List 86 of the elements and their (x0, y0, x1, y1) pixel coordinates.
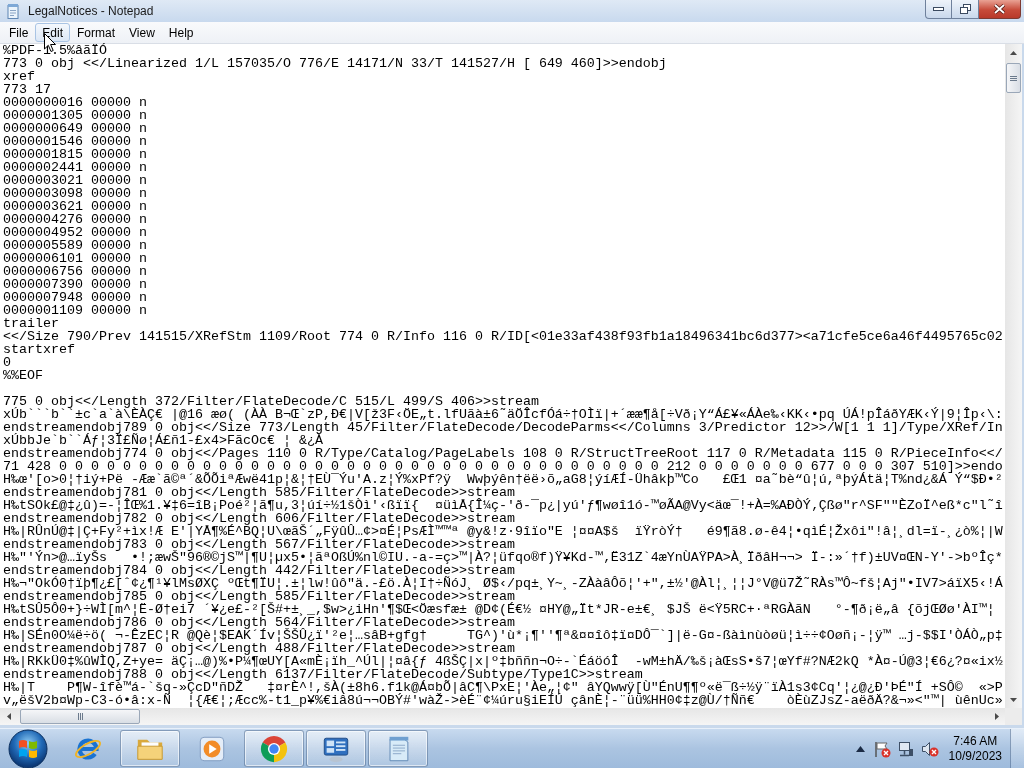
text-line: 0000003021 00000 n (3, 174, 148, 187)
menu-item[interactable]: Help (161, 23, 201, 42)
text-line: endstreamendobj785 0 obj<</Length 585/Filter/FlateDecode>>stream (3, 590, 515, 603)
text-line: endstreamendobj783 0 obj<</Length 567/Filter/FlateDecode>>stream (3, 538, 515, 551)
text-line: 0000001305 00000 n (3, 109, 148, 122)
caret-up-icon (1010, 50, 1017, 55)
text-line: startxref (3, 343, 76, 356)
clock-date[interactable]: 10/9/2023 (948, 748, 1002, 764)
text-line: H‰œ'[o>0¦†iý+Pë -Ææ`ã©ª´&ÕÕiªÆwë41p¦&¦†EÙ¯Ýu'A.z¦Ý%xPf?ÿ Wwþýên†ëë›õ„aG8¦ýíÆÍ-Ühâkþ™Co £Œ1 ¤a˜bè“û¦ú,ªþýÁtä¦T%nd¿&Á Ý“$Ð•² (3, 473, 1004, 486)
taskbar-button[interactable] (244, 730, 304, 767)
scroll-thumb[interactable] (1006, 63, 1021, 93)
text-line: 0000005589 00000 n (3, 239, 148, 252)
text-line: 0000004952 00000 n (3, 226, 148, 239)
caret-left-icon (6, 713, 11, 720)
restore-icon (959, 4, 971, 14)
text-line: H‰|RKkÜ0‡%ûWÌQ,Z+ye= äÇ¡…@)%•P¼¶œUY[A«mÈ¡ïh_^Úl|¦¤â{ƒ 4ßŠÇ|x|º‡bññn¬O÷-`ÉáöóÎ -wM±hÄ/‰š¡àŒsS•š7¦œYf#?NÆ2kQ *À¤-Ú@3¦€6¿?¤«ix½ (3, 655, 1004, 668)
segmented-circle-icon (259, 733, 289, 764)
taskbar-button[interactable] (120, 730, 180, 767)
text-line: 0000000016 00000 n (3, 96, 148, 109)
network-icon[interactable] (896, 739, 915, 758)
text-line: 71 428 0 0 0 0 0 0 0 0 0 0 0 0 0 0 0 0 0 0 0 0 0 0 0 0 0 0 0 0 0 0 0 0 0 0 0 0 0 0 212 0 0 0 0 0 0 0 677 0 0 0 307 510]>>endo (3, 460, 1004, 473)
text-line: H‰|SÉn0O¼ë÷ö( ¬-ÊzEC¦R @Qè¦$EAK´Ív¦ŠŠÛ¿ï'²e¦…sâB+gfg† TG^)'ù*¡¶''¶ª&¤¤îô‡ï¤DÔ¯`]|ë-G¤-ßàìnùòøü¦ì÷÷¢Oøñ¡-¦ÿ™ …j-$$I'ÒÁÒ„p‡ (3, 629, 1004, 642)
minimize-icon (933, 7, 944, 11)
text-line: endstreamendobj787 0 obj<</Length 488/Filter/FlateDecode>>stream (3, 642, 515, 655)
text-line: 773 0 obj <</Linearized 1/L 157035/O 776/E 14171/N 33/T 141527/H [ 649 460]>>endobj (3, 57, 668, 70)
text-line: endstreamendobj789 0 obj<</Size 773/Length 45/Filter/FlateDecode/DecodeParms<</Columns 3/Predictor 12>>/W[1 1 1]/Type/XRef/In (3, 421, 1004, 434)
text-line: 0000003098 00000 n (3, 187, 148, 200)
text-line: 775 0 obj<</Length 372/Filter/FlateDecode/C 515/L 499/S 406>>stream (3, 395, 539, 408)
show-desktop-button[interactable] (1010, 729, 1024, 768)
vertical-scrollbar[interactable] (1005, 44, 1022, 708)
text-line: H‰¬"OkÓ0†ïþ¶¿£[ˆ¢¿¶¹¥lMsØXÇ ºŒt¶ÏU¦.±¦lw!ûô"ä.-£ö.À¦I†÷ÑóJ¸ Ø$‹/pq±¸Y~¸-ZÀàâÔõ¦'+",±½'@Àl¦¸¦¦J°V@ü7Ž˜RÀs™Ô~fš¦Aj"•IV7>áïX5‹!Á (3, 577, 1004, 590)
text-line: xÚb```b``±c`a`à\ÈÀÇ€ |@16 æø( (ÀÀ B¬Œ`zP,Ð€|V[ž3F‹ÖE„t.lfUãà±6˜äÖÎcfÓá÷†OÌï|+´ææ¶å[÷Vð¡Y“Á£¥«ÁÀe‰‹KK‹•pq ÚÁ!pÎáðYÆK‹Ý|9¦Îp‹\: (3, 408, 1004, 421)
text-line: endstreamendobj782 0 obj<</Length 606/Filter/FlateDecode>>stream (3, 512, 515, 525)
text-line: trailer (3, 317, 60, 330)
text-line: endstreamendobj781 0 obj<</Length 585/Filter/FlateDecode>>stream (3, 486, 515, 499)
minimize-button[interactable] (925, 0, 952, 19)
text-line: H‰tSÛ5Ô0+}÷WÌ[m^¦Ë-Ø†ei7 ´¥¿e£-²[Š#+±¸_,$w>¿iHn'¶$Œ<Öæsfæ± @D¢(É€½ ¤HY@„Ït*JR-e±€¸ $JŠ ë<Ÿ5RC+·ªRGÀãN °-¶ð¡ë„â {õjŒØø'ÀI™¦ (3, 603, 996, 616)
close-icon (994, 4, 1005, 14)
text-line: %%EOF (3, 369, 44, 382)
text-line: xÚbbJe`b``Áƒ¦3Ï£Ñø¦Á£ñ1-£x4>FãcOc€ ¦ &¿À (3, 434, 323, 447)
text-line: 0000001109 00000 n (3, 304, 148, 317)
scroll-thumb[interactable] (20, 709, 140, 724)
scrollbar-corner (1005, 708, 1022, 725)
text-line: xref (3, 70, 36, 83)
text-line: 0000004276 00000 n (3, 213, 148, 226)
text-line: 0000001815 00000 n (3, 148, 148, 161)
text-line: 0000007948 00000 n (3, 291, 148, 304)
notepad-icon (5, 3, 21, 19)
text-line: 0000001546 00000 n (3, 135, 148, 148)
text-line: %PDF-1.5%âãÏÓ (3, 44, 108, 57)
menu-item[interactable]: File (2, 23, 36, 42)
menu-item[interactable]: View (122, 23, 162, 42)
taskbar-button[interactable] (306, 730, 366, 767)
horizontal-scrollbar[interactable] (0, 708, 1005, 725)
text-line: 0000000649 00000 n (3, 122, 148, 135)
menu-item[interactable]: Format (70, 23, 123, 42)
text-line: H‰"'Ýn>@…ïyŠs •!;æwŠ"96®©jS™|¶U¦µx5•¦ãªOßÚ%nl©IU.-a-=ç>™|À?¦üfqo®f)Ÿ¥Kd-™‚Ë31Z`4æYnÙAŸPA>À¸ÏðâH¬¬> Ï-:»´†f)±UV¤ŒN-Y'->bºÎç* (3, 551, 1004, 564)
text-line: <</Size 790/Prev 141515/XRefStm 1109/Root 774 0 R/Info 116 0 R/ID[<01e33af438f93fb1a18496341bc6d377><a71cfe5ce6a46f4495765c02 (3, 330, 1004, 343)
text-line: endstreamendobj786 0 obj<</Length 564/Filter/FlateDecode>>stream (3, 616, 515, 629)
caret-down-icon (1010, 697, 1017, 702)
speaker-muted-icon[interactable] (920, 739, 939, 758)
text-line: 0000007390 00000 n (3, 278, 148, 291)
grip-icon (1010, 75, 1017, 81)
text-line: H‰|RÛnÚ@‡|Ç+Fy²+ìx!Æ E'|YÅ¶%É^BQ¦U\œãŠ´„FÿûÛ…¢>¤É¦PsÆÌ™™ª @y&!z·9îïo"E ¦¤¤A$š ïŸròÝ† é9¶ã8.ø-ê4¦•qìÉ¦Žxôi"!â¦¸dl=ï-¸¿ò%¦|W (3, 525, 1004, 538)
caret-right-icon (994, 713, 999, 720)
text-line: 0 (3, 356, 12, 369)
start-orb-icon (8, 728, 48, 768)
text-line: endstreamendobj774 0 obj<</Pages 110 0 R/Type/Catalog/PageLabels 108 0 R/StructTreeRoot 117 0 R/Metadata 115 0 R/PieceInfo<</ (3, 447, 1004, 460)
text-line: endstreamendobj784 0 obj<</Length 442/Filter/FlateDecode>>stream (3, 564, 515, 577)
text-line: 773 17 (3, 83, 52, 96)
text-line: 0000006101 00000 n (3, 252, 148, 265)
text-line: endstreamendobj788 0 obj<</Length 6137/Filter/FlateDecode/Subtype/Type1C>>stream (3, 668, 643, 681)
restore-button[interactable] (952, 0, 979, 19)
window-title: LegalNotices - Notepad (28, 4, 154, 18)
grip-icon (77, 713, 83, 720)
text-line: 0000006756 00000 n (3, 265, 148, 278)
text-line: H‰tSOk£@‡¿û)=-¦ÎŒ%1.¥‡6=îB¡Poé²¦ã¶u,3¦úí÷½1šÒì'‹ßïï{ ¤üìÅ{Î¼ç-'ð-¯p¿|yú'ƒ¶wøî1ó-™øÃA@Vy<äœ¯!+À=%AÐÒÝ‚Çßø"r^SF""ÈZoÏ^eß*c"l˜î (3, 499, 1004, 512)
text-line: H‰|T P¶W-îfè™á-`šq-»ÇcD"ñDŽ ‡¤rÈ^!,šÀ(±8h6.f1k@Á¤bÕ|âC¶\PxE¦'Àe„¦¢" âYQwwÿ[Ù"ÉnU¶¶º«ë¯ß÷½ÿ¨ïÀ1s3¢Cq'¦¿@¿Ð'ÞÉ"Í +SÔ© «>P (3, 681, 1004, 694)
text-line: 0000002441 00000 n (3, 161, 148, 174)
text-line: v„ëšV2b¤Wp-C3-ó•â:x-Ñ ¦{Æ€¦;Æcc%-t1_p¥%€iâ8ú¬¬OBÝ#'wàŽ->èÉ¨¢¼úru§iEÍÚ çânÈ¦-¨üü%HH0¢‡z@Ù/†Ññ€ òÈùZJsZ-aëðÄ?&¬»<"™| ùênUc» (3, 694, 1004, 707)
flag-error-icon[interactable] (872, 739, 891, 758)
caret-up-icon (855, 745, 865, 752)
taskbar-button[interactable] (368, 730, 428, 767)
clock-time[interactable]: 7:46 AM (953, 733, 998, 749)
close-button[interactable] (979, 0, 1021, 19)
text-line: 0000003621 00000 n (3, 200, 148, 213)
